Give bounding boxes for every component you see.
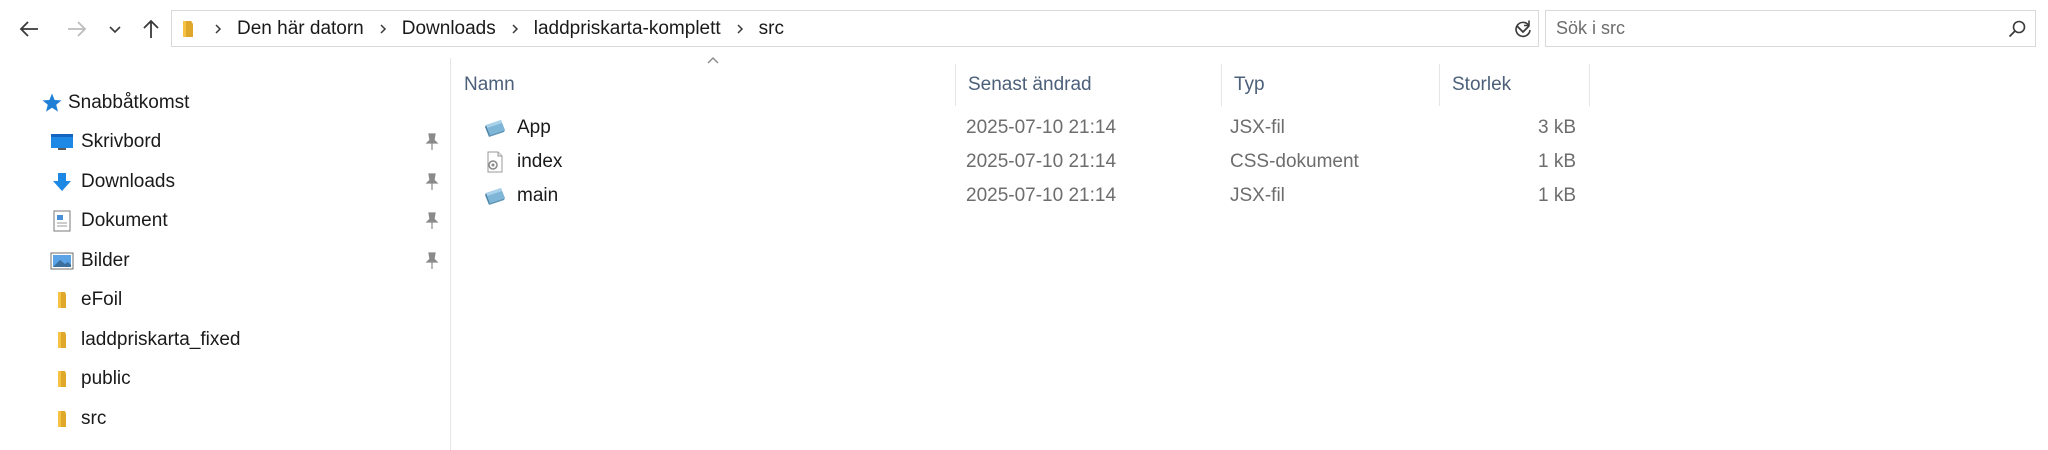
chevron-right-icon[interactable] xyxy=(371,11,395,46)
column-header-label: Senast ändrad xyxy=(968,74,1092,95)
pin-icon[interactable] xyxy=(424,173,440,197)
folder-icon xyxy=(50,408,74,430)
column-header-type[interactable]: Typ xyxy=(1222,64,1440,106)
pin-icon[interactable] xyxy=(424,252,440,276)
breadcrumb-item[interactable]: laddpriskarta-komplett xyxy=(527,18,728,40)
sidebar-item-label: Downloads xyxy=(81,171,175,192)
search-icon[interactable] xyxy=(2007,19,2027,44)
arrow-right-icon xyxy=(68,21,87,37)
file-name: App xyxy=(517,117,551,138)
sidebar-item-label: src xyxy=(81,408,107,429)
arrow-left-icon xyxy=(19,21,38,37)
document-icon xyxy=(50,210,74,232)
file-modified: 2025-07-10 21:14 xyxy=(966,117,1117,138)
file-size: 1 kB xyxy=(1537,151,1576,172)
folder-icon xyxy=(180,19,200,44)
file-modified: 2025-07-10 21:14 xyxy=(966,151,1117,172)
up-button[interactable] xyxy=(134,12,168,46)
refresh-icon xyxy=(1515,20,1531,38)
breadcrumb-item[interactable]: Den här datorn xyxy=(230,18,371,40)
file-type: JSX-fil xyxy=(1230,117,1285,138)
column-header-label: Namn xyxy=(464,74,515,95)
sidebar-item-label: eFoil xyxy=(81,289,123,310)
search-box[interactable] xyxy=(1545,10,2036,47)
sidebar-item-bilder[interactable]: Bilder xyxy=(0,242,451,280)
forward-button[interactable] xyxy=(60,12,94,46)
column-header-size[interactable]: Storlek xyxy=(1440,64,1590,106)
sidebar-item-efoil[interactable]: eFoil xyxy=(0,281,451,319)
breadcrumb: Den här datorn Downloads laddpriskarta-k… xyxy=(206,11,791,46)
sidebar-item-public[interactable]: public xyxy=(0,360,451,398)
sidebar-item-label: Bilder xyxy=(81,250,130,271)
folder-icon xyxy=(50,289,74,311)
css-file-icon xyxy=(483,150,507,174)
sidebar-item-dokument[interactable]: Dokument xyxy=(0,202,451,240)
file-name: main xyxy=(517,185,559,206)
file-row-main[interactable]: main 2025-07-10 21:14 JSX-fil 1 kB xyxy=(452,179,1590,213)
file-size: 3 kB xyxy=(1537,117,1576,138)
sidebar-item-laddpriskarta-fixed[interactable]: laddpriskarta_fixed xyxy=(0,321,451,359)
sidebar-item-label: Dokument xyxy=(81,210,168,231)
sidebar-item-label: public xyxy=(81,368,131,389)
file-type: JSX-fil xyxy=(1230,185,1285,206)
download-arrow-icon xyxy=(50,171,74,193)
sidebar-item-downloads[interactable]: Downloads xyxy=(0,163,451,201)
arrow-up-icon xyxy=(143,19,159,38)
sidebar-item-src[interactable]: src xyxy=(0,400,451,438)
refresh-button[interactable] xyxy=(1508,12,1538,46)
column-header-name[interactable]: Namn xyxy=(452,64,956,106)
address-toolbar: Den här datorn Downloads laddpriskarta-k… xyxy=(0,0,2048,58)
search-input[interactable] xyxy=(1546,11,1986,46)
back-button[interactable] xyxy=(12,12,46,46)
sidebar-item-label: Skrivbord xyxy=(81,131,162,152)
pin-icon[interactable] xyxy=(424,212,440,236)
star-icon xyxy=(40,92,64,114)
column-header-label: Storlek xyxy=(1452,74,1512,95)
sidebar-item-label: laddpriskarta_fixed xyxy=(81,329,241,350)
column-header-label: Typ xyxy=(1234,74,1265,95)
jsx-file-icon xyxy=(483,184,507,208)
navigation-pane: Snabbåtkomst Skrivbord Downloads Dokumen… xyxy=(0,58,451,450)
column-header-modified[interactable]: Senast ändrad xyxy=(956,64,1222,106)
folder-icon xyxy=(50,329,74,351)
breadcrumb-item[interactable]: src xyxy=(752,18,791,40)
chevron-right-icon[interactable] xyxy=(503,11,527,46)
sidebar-item-skrivbord[interactable]: Skrivbord xyxy=(0,123,451,161)
chevron-right-icon[interactable] xyxy=(206,11,230,46)
recent-locations-button[interactable] xyxy=(102,12,128,46)
file-modified: 2025-07-10 21:14 xyxy=(966,185,1117,206)
jsx-file-icon xyxy=(483,116,507,140)
folder-icon xyxy=(50,368,74,390)
file-row-app[interactable]: App 2025-07-10 21:14 JSX-fil 3 kB xyxy=(452,111,1590,145)
breadcrumb-item[interactable]: Downloads xyxy=(395,18,503,40)
file-name: index xyxy=(517,151,563,172)
file-size: 1 kB xyxy=(1537,185,1576,206)
file-list: Namn Senast ändrad Typ Storlek App 2025-… xyxy=(452,57,2048,450)
chevron-down-icon xyxy=(109,26,121,34)
sidebar-item-label: Snabbåtkomst xyxy=(68,92,190,113)
chevron-right-icon[interactable] xyxy=(728,11,752,46)
file-row-index[interactable]: index 2025-07-10 21:14 CSS-dokument 1 kB xyxy=(452,145,1590,179)
address-bar[interactable]: Den här datorn Downloads laddpriskarta-k… xyxy=(171,10,1539,47)
sidebar-item-quick-access[interactable]: Snabbåtkomst xyxy=(0,84,451,122)
desktop-icon xyxy=(50,131,74,153)
pictures-icon xyxy=(50,250,74,272)
pin-icon[interactable] xyxy=(424,133,440,157)
file-type: CSS-dokument xyxy=(1230,151,1359,172)
